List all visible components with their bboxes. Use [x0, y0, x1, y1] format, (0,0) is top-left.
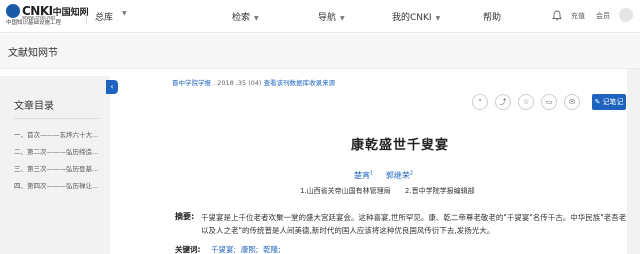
cnki-logo[interactable]: CNKI中国知网 www.cnki.net 中国知识基础设施工程 — [6, 3, 96, 29]
quote-icon[interactable]: “ — [472, 94, 488, 110]
toc-divider — [14, 118, 100, 119]
keywords-label: 关键词: — [175, 245, 201, 254]
bell-icon[interactable] — [552, 10, 562, 21]
notes-icon: ✎ — [594, 98, 601, 106]
toc-item[interactable]: 一、首次———玄烨六十大... — [14, 129, 106, 139]
section-bar: 文献知网节 — [0, 34, 640, 69]
toc-panel: 文章目录 一、首次———玄烨六十大... 二、第二次———弘历缔造... 三、第… — [0, 76, 110, 254]
share-icon[interactable]: ⤴ — [495, 94, 511, 110]
article-source: 晋中学院学报 . 2018 ,35 (04) 查看该刊数据库收录来源 — [172, 77, 335, 87]
source-journal-link[interactable]: 晋中学院学报 — [172, 79, 211, 87]
chevron-left-icon: ‹ — [110, 82, 114, 91]
keyword-link[interactable]: 乾隆; — [263, 245, 281, 254]
keyword-link[interactable]: 康熙; — [241, 245, 259, 254]
chevron-down-icon: ▼ — [435, 15, 441, 22]
chevron-down-icon: ▼ — [340, 15, 345, 22]
take-notes-button[interactable]: ✎ 记笔记 — [592, 94, 626, 110]
toc-item[interactable]: 四、第四次———弘历禅让... — [14, 180, 106, 190]
toc-item[interactable]: 三、第三次———弘历登基... — [14, 163, 106, 173]
chevron-down-icon: ▼ — [254, 15, 259, 22]
abstract-text: 千叟宴是上千位老者欢聚一堂的盛大宫廷宴会。这种喜宴,世所罕见。康、乾二帝尊老敬老… — [201, 213, 627, 235]
nav-search[interactable]: 检索 ▼ — [232, 10, 259, 23]
cnki-logo-mark — [6, 4, 20, 18]
chevron-down-icon[interactable]: ▼ — [122, 10, 127, 17]
nav-my-cnki[interactable]: 我的CNKI ▼ — [392, 10, 440, 23]
favorite-icon[interactable]: ☆ — [518, 94, 534, 110]
topup-link[interactable]: 充值 — [571, 11, 585, 21]
avatar[interactable] — [619, 8, 633, 22]
source-index-link[interactable]: 查看该刊数据库收录来源 — [264, 79, 336, 87]
abstract-label: 摘要: — [175, 212, 195, 221]
logo-cn: 中国知网 — [52, 8, 89, 18]
author-link[interactable]: 楚宵1 — [354, 170, 373, 180]
author-list: 楚宵1 郭继荣2 — [354, 170, 413, 181]
mail-icon[interactable]: ✉ — [564, 94, 580, 110]
nav-divider — [86, 8, 87, 24]
affiliation-link[interactable]: 1.山西省关帝山国有林管理局 — [300, 187, 391, 195]
toc-item[interactable]: 二、第二次———弘历缔造... — [14, 146, 106, 156]
member-link[interactable]: 会员 — [596, 11, 610, 21]
keyword-link[interactable]: 千叟宴; — [211, 245, 236, 254]
nav-navigation[interactable]: 导航 ▼ — [318, 10, 345, 23]
print-icon[interactable]: ▭ — [541, 94, 557, 110]
author-link[interactable]: 郭继荣2 — [386, 170, 413, 180]
affiliation-link[interactable]: 2.晋中学院学报编辑部 — [405, 187, 475, 195]
nav-help[interactable]: 帮助 — [483, 10, 501, 23]
toc-title: 文章目录 — [14, 101, 54, 112]
top-nav: CNKI中国知网 www.cnki.net 中国知识基础设施工程 总库 ▼ 检索… — [0, 0, 640, 33]
affiliation-list: 1.山西省关帝山国有林管理局 2.晋中学院学报编辑部 — [300, 186, 487, 196]
home-menu[interactable]: 总库 — [95, 10, 113, 23]
collapse-toc-button[interactable]: ‹ — [106, 80, 118, 94]
article-title: 康乾盛世千叟宴 — [350, 138, 449, 153]
source-issue: . 2018 ,35 (04) — [213, 79, 262, 87]
section-title: 文献知网节 — [8, 48, 58, 59]
logo-subtitle: 中国知识基础设施工程 — [6, 20, 62, 26]
keyword-list: 千叟宴; 康熙; 乾隆; — [211, 244, 281, 254]
